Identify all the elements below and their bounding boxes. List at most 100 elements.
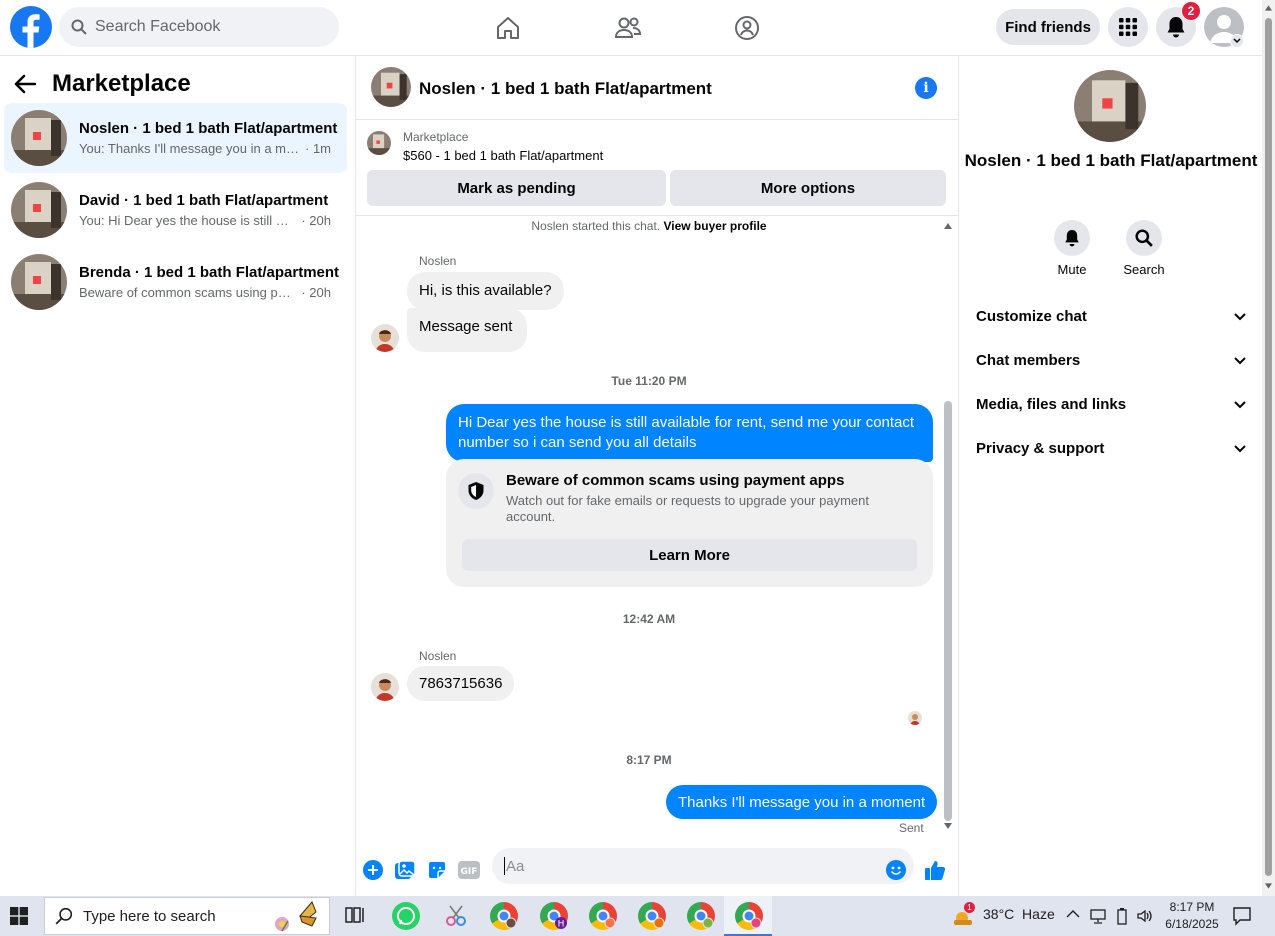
section-label: Customize chat [976,308,1087,325]
sender-name: Noslen [419,254,457,268]
chat-title[interactable]: Noslen · 1 bed 1 bath Flat/apartment [419,79,712,99]
search-icon [1126,220,1162,256]
incoming-message[interactable]: Hi, is this available? [407,272,564,310]
whatsapp-icon[interactable] [392,902,420,930]
chat-members-section[interactable]: Chat members [976,352,1246,369]
volume-icon[interactable] [1136,907,1154,925]
warning-description: Watch out for fake emails or requests to… [506,493,869,524]
gif-icon[interactable]: GIF [457,858,481,882]
customize-chat-section[interactable]: Customize chat [976,308,1246,325]
butterfly-flower-icon [260,898,330,936]
notification-center-icon[interactable] [1232,906,1252,926]
listing-thumbnail[interactable] [367,131,391,155]
chrome-profile-4-icon[interactable] [687,902,715,930]
network-icon[interactable] [1089,907,1107,925]
learn-more-button[interactable]: Learn More [462,539,917,571]
scroll-up-arrow-icon [1265,5,1272,11]
back-arrow-icon[interactable] [14,74,36,94]
search-facebook-input[interactable]: Search Facebook [59,7,339,47]
listing-title[interactable]: $560 - 1 bed 1 bath Flat/apartment [403,148,603,163]
conversation-list-panel: Marketplace Noslen · 1 bed 1 bath Flat/a… [0,56,356,896]
message-thread: Noslen started this chat. View buyer pro… [356,216,958,846]
snipping-tool-icon[interactable] [442,902,470,930]
message-input[interactable]: Aa [492,848,914,884]
weather-text[interactable]: 38°C Haze [983,906,1055,922]
bell-icon [1054,220,1090,256]
plus-circle-icon[interactable] [361,858,385,882]
media-files-links-section[interactable]: Media, files and links [976,396,1246,413]
search-in-chat-button[interactable]: Search [1114,220,1174,277]
read-receipt-avatar [908,711,922,725]
conversation-item-noslen[interactable]: Noslen · 1 bed 1 bath Flat/apartment You… [4,103,347,173]
chrome-profile-1-icon[interactable] [490,902,518,930]
sender-avatar[interactable] [371,673,399,701]
sender-avatar[interactable] [371,324,399,352]
account-chevron-down-icon[interactable] [1230,34,1244,48]
mute-button[interactable]: Mute [1042,220,1102,277]
battery-icon[interactable] [1115,907,1129,925]
task-view-icon[interactable] [344,904,366,926]
outgoing-message[interactable]: Hi Dear yes the house is still available… [446,404,933,462]
home-icon[interactable] [492,12,524,44]
active-taskbar-item[interactable] [724,896,772,936]
chevron-up-icon[interactable] [1066,909,1080,919]
system-clock[interactable]: 8:17 PM 6/18/2025 [1160,899,1224,933]
friends-icon[interactable] [612,12,644,44]
chrome-profile-h-icon[interactable]: H [540,902,568,930]
sticker-icon[interactable] [425,858,449,882]
chat-details-panel: Noslen · 1 bed 1 bath Flat/apartment Mut… [958,56,1262,896]
windows-taskbar: Type here to search H 1 38°C Haze 8:17 P… [0,896,1275,936]
mute-label: Mute [1057,262,1087,277]
top-navigation-bar: Search Facebook Find friends 2 [0,0,1262,56]
message-input-placeholder: Aa [506,857,525,875]
chrome-profile-2-icon[interactable] [589,902,617,930]
incoming-message[interactable]: 7863715636 [407,666,515,701]
marketplace-header: Marketplace [14,70,191,98]
taskbar-search-placeholder: Type here to search [83,907,216,925]
sender-name: Noslen [419,649,457,663]
outgoing-message[interactable]: Thanks I'll message you in a moment [666,785,938,819]
chevron-down-icon [1234,356,1246,364]
find-friends-button[interactable]: Find friends [996,9,1100,45]
scroll-down-arrow-icon [944,823,952,829]
chat-header: Noslen · 1 bed 1 bath Flat/apartment i [356,56,958,120]
windows-start-icon[interactable] [10,907,28,925]
page-title: Marketplace [52,70,191,97]
page-scrollbar-thumb[interactable] [1265,18,1272,876]
chevron-down-icon [1234,400,1246,408]
chat-started-notice: Noslen started this chat. View buyer pro… [356,219,942,233]
listing-thumbnail [11,110,67,166]
emoji-icon[interactable] [884,858,908,882]
timestamp: 12:42 AM [622,612,676,626]
conversation-item-brenda[interactable]: Brenda · 1 bed 1 bath Flat/apartment Bew… [4,247,347,317]
groups-icon[interactable] [731,12,763,44]
thumbs-up-icon[interactable] [923,858,947,882]
search-icon [55,907,73,925]
more-options-button[interactable]: More options [670,170,946,206]
page-scrollbar[interactable] [1262,0,1275,896]
incoming-message[interactable]: Message sent [407,308,527,352]
menu-grid-icon[interactable] [1108,7,1148,47]
mark-as-pending-button[interactable]: Mark as pending [367,170,666,206]
chrome-profile-5-icon[interactable] [735,902,763,930]
conversation-time: · 20h [301,285,331,300]
timestamp: Tue 11:20 PM [611,374,687,388]
chat-scrollbar-thumb[interactable] [944,401,952,821]
chat-panel: Noslen · 1 bed 1 bath Flat/apartment i M… [356,56,958,896]
shield-icon [458,473,494,509]
chrome-profile-3-icon[interactable] [638,902,666,930]
listing-thumbnail [11,254,67,310]
conversation-item-david[interactable]: David · 1 bed 1 bath Flat/apartment You:… [4,175,347,245]
view-buyer-profile-link[interactable]: View buyer profile [663,219,766,233]
chat-scrollbar[interactable] [942,221,954,831]
listing-thumbnail [11,182,67,238]
marketplace-listing-banner: Marketplace $560 - 1 bed 1 bath Flat/apa… [356,120,958,216]
taskbar-search-box[interactable]: Type here to search [44,897,330,935]
info-icon[interactable]: i [915,77,937,99]
privacy-support-section[interactable]: Privacy & support [976,440,1246,457]
weather-badge: 1 [964,902,975,913]
photo-icon[interactable] [393,858,417,882]
contact-avatar[interactable] [1074,70,1146,142]
chat-avatar[interactable] [371,67,411,107]
facebook-logo-icon[interactable] [10,6,52,48]
